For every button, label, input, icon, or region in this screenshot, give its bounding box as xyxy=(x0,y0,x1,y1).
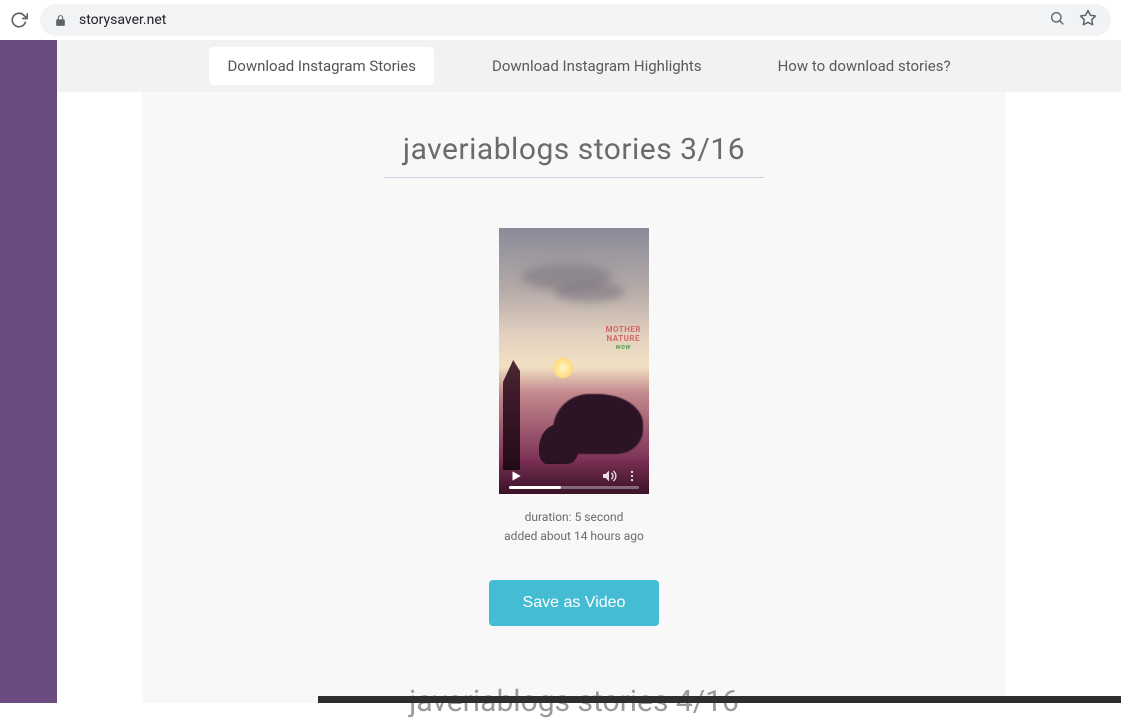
added-text: added about 14 hours ago xyxy=(142,527,1006,546)
tab-stories[interactable]: Download Instagram Stories xyxy=(209,47,434,85)
story-video[interactable]: MOTHER NATURE wow xyxy=(499,228,649,494)
story-meta: duration: 5 second added about 14 hours … xyxy=(142,508,1006,546)
tab-highlights[interactable]: Download Instagram Highlights xyxy=(474,47,720,85)
tab-howto[interactable]: How to download stories? xyxy=(760,47,969,85)
more-icon[interactable] xyxy=(625,469,639,483)
bottom-dark-bar xyxy=(318,696,1121,703)
sticker-sub: wow xyxy=(606,344,642,352)
right-gutter xyxy=(1006,92,1121,703)
browser-toolbar: storysaver.net xyxy=(0,0,1121,40)
cloud-shape xyxy=(554,282,624,302)
sticker-text: MOTHER NATURE wow xyxy=(606,326,642,351)
left-gutter xyxy=(57,92,142,703)
duration-text: duration: 5 second xyxy=(142,508,1006,527)
progress-bar xyxy=(509,486,561,489)
reload-icon[interactable] xyxy=(10,11,28,29)
star-icon[interactable] xyxy=(1079,9,1097,31)
url-text: storysaver.net xyxy=(79,12,166,28)
page-content: Download Instagram Stories Download Inst… xyxy=(57,40,1121,703)
sun-shape xyxy=(553,358,573,378)
zoom-icon[interactable] xyxy=(1049,10,1065,30)
save-as-video-button[interactable]: Save as Video xyxy=(489,580,660,626)
story-heading: javeriablogs stories 3/16 xyxy=(384,132,764,178)
play-icon[interactable] xyxy=(509,469,523,483)
address-bar[interactable]: storysaver.net xyxy=(40,4,1111,36)
video-controls xyxy=(499,458,649,494)
sticker-line: NATURE xyxy=(607,334,640,343)
left-accent-strip xyxy=(0,40,57,703)
nav-tabs: Download Instagram Stories Download Inst… xyxy=(57,40,1121,92)
sticker-line: MOTHER xyxy=(606,325,642,334)
lock-icon xyxy=(54,14,67,27)
progress-track[interactable] xyxy=(509,486,639,489)
volume-icon[interactable] xyxy=(601,468,617,484)
